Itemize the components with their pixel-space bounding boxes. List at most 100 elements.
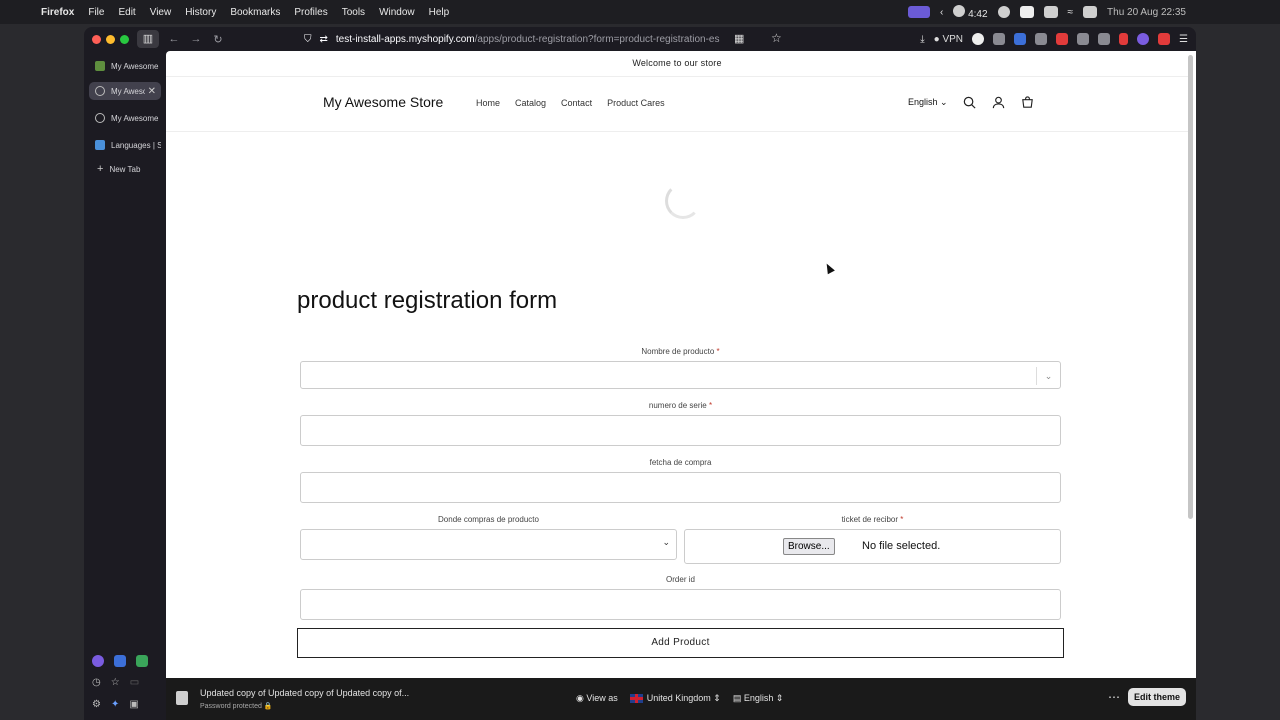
label-text: ticket de recibor	[841, 515, 899, 524]
edit-theme-button[interactable]: Edit theme	[1127, 688, 1186, 706]
tab-label: My Awesome Store	[111, 113, 161, 123]
product-name-select[interactable]: ⌄	[300, 361, 1061, 389]
chat-icon[interactable]	[997, 6, 1010, 18]
loading-spinner-icon	[665, 183, 701, 219]
extension-bitwarden-icon[interactable]	[1014, 33, 1027, 45]
receipt-file-input[interactable]: Browse... No file selected.	[684, 529, 1061, 564]
chevron-down-icon[interactable]: ⌄	[1036, 367, 1060, 385]
menu-history[interactable]: History	[178, 7, 223, 18]
new-tab-button[interactable]: + New Tab	[89, 160, 161, 178]
serial-number-input[interactable]	[300, 415, 1061, 446]
menu-edit[interactable]: Edit	[111, 7, 142, 18]
bookmarks-icon[interactable]: ☆	[111, 677, 120, 688]
keyboard-input-icon[interactable]	[1019, 6, 1034, 18]
close-window-button[interactable]	[92, 34, 101, 44]
menu-profiles[interactable]: Profiles	[287, 7, 334, 18]
control-center-icon[interactable]	[1083, 6, 1098, 18]
extension-grid-icon[interactable]	[1035, 33, 1048, 45]
sidebar-bitwarden-icon[interactable]	[114, 655, 126, 667]
url-bar[interactable]: ⛉ ⇄ test-install-apps.myshopify.com/apps…	[304, 30, 719, 48]
language-preview-selector[interactable]: ▤ English ⇕	[733, 693, 784, 704]
settings-gear-icon[interactable]: ⚙	[92, 699, 101, 710]
password-status: Password protected 🔒	[200, 702, 273, 710]
tab-languages[interactable]: Languages | Shopify	[89, 136, 161, 154]
order-id-input[interactable]	[300, 589, 1061, 620]
tab-label: Languages | Shopify	[111, 140, 161, 150]
ai-sparkle-icon[interactable]: ✦	[111, 699, 119, 710]
menu-view[interactable]: View	[143, 7, 179, 18]
url-path: /apps/product-registration?form=product-…	[474, 33, 720, 45]
downloads-icon[interactable]: ⤓	[920, 34, 924, 45]
globe-favicon-icon	[95, 113, 105, 123]
more-options-icon[interactable]: ⋯	[1108, 690, 1120, 704]
extension-s-icon[interactable]	[1158, 33, 1171, 45]
page-scrollbar[interactable]	[1188, 55, 1193, 519]
menu-bookmarks[interactable]: Bookmarks	[223, 7, 287, 18]
menu-help[interactable]: Help	[422, 7, 457, 18]
chevron-left-icon[interactable]: ‹	[940, 7, 943, 18]
store-logo[interactable]: My Awesome Store	[323, 94, 443, 110]
country-selector[interactable]: United Kingdom ⇕	[629, 693, 721, 704]
back-icon[interactable]: ←	[163, 33, 185, 45]
minimize-window-button[interactable]	[106, 34, 115, 44]
menu-app-name[interactable]: Firefox	[34, 7, 81, 18]
extensions-grid-icon[interactable]: ▦	[734, 32, 744, 45]
permissions-icon[interactable]: ⇄	[320, 34, 328, 45]
sidebar-toggle-icon[interactable]: ▥	[137, 30, 159, 48]
app-menu-icon[interactable]: ☰	[1179, 34, 1188, 45]
tab-my-awesome-store-2[interactable]: My Awesome Store ✕	[89, 82, 161, 100]
sidebar-settings-row: ⚙ ✦ ▣	[92, 699, 152, 710]
screen-share-icon[interactable]	[907, 6, 930, 18]
vpn-button[interactable]: ● VPN	[934, 34, 963, 45]
url-text[interactable]: test-install-apps.myshopify.com/apps/pro…	[336, 34, 720, 45]
close-tab-icon[interactable]: ✕	[148, 86, 156, 97]
sidebar-s-icon[interactable]	[136, 655, 148, 667]
reload-icon[interactable]: ↻	[207, 33, 229, 46]
battery-icon[interactable]	[1043, 6, 1058, 18]
menu-tools[interactable]: Tools	[335, 7, 372, 18]
forward-icon[interactable]: →	[185, 33, 207, 45]
language-preview-label: English	[743, 693, 774, 703]
receipt-label: ticket de recibor *	[684, 515, 1061, 524]
wifi-icon[interactable]: ≈	[1068, 7, 1074, 18]
battery-time[interactable]: 4:42	[953, 4, 988, 20]
zoom-window-button[interactable]	[120, 34, 129, 44]
tab-my-awesome-store-3[interactable]: My Awesome Store	[89, 109, 161, 127]
cart-icon[interactable]	[1020, 95, 1035, 110]
browse-button[interactable]: Browse...	[783, 538, 835, 555]
customize-icon[interactable]: ▣	[129, 699, 138, 710]
languages-favicon-icon	[95, 140, 105, 150]
extension-puzzle-icon[interactable]	[993, 33, 1006, 45]
extension-calendar-icon[interactable]	[1077, 33, 1090, 45]
tab-my-awesome-store-1[interactable]: My Awesome Store	[89, 57, 161, 75]
nav-contact[interactable]: Contact	[561, 98, 592, 108]
menubar-clock[interactable]: Thu 20 Aug 22:35	[1107, 7, 1186, 18]
extension-ublock-icon[interactable]	[1119, 33, 1129, 45]
sidebar-feather-icon[interactable]	[92, 655, 104, 667]
account-icon[interactable]	[991, 95, 1006, 110]
synced-tabs-icon[interactable]: ▭	[130, 677, 139, 688]
theme-title[interactable]: Updated copy of Updated copy of Updated …	[200, 688, 409, 698]
extension-youtube-icon[interactable]	[1056, 33, 1069, 45]
nav-product-cares[interactable]: Product Cares	[607, 98, 665, 108]
window-controls	[84, 34, 129, 44]
nav-catalog[interactable]: Catalog	[515, 98, 546, 108]
menu-window[interactable]: Window	[372, 7, 422, 18]
plus-icon: +	[97, 163, 104, 175]
bookmark-star-icon[interactable]: ☆	[771, 31, 782, 45]
uk-flag-icon	[629, 694, 643, 704]
add-product-button[interactable]: Add Product	[297, 628, 1064, 658]
shopify-preview-bar: Updated copy of Updated copy of Updated …	[166, 678, 1196, 720]
extension-reader-icon[interactable]	[1098, 33, 1111, 45]
extension-feather-icon[interactable]	[1137, 33, 1150, 45]
history-icon[interactable]: ◷	[92, 677, 101, 688]
translate-icon: ▤	[732, 693, 742, 703]
purchase-date-input[interactable]	[300, 472, 1061, 503]
search-icon[interactable]	[962, 95, 977, 110]
extension-v-icon[interactable]	[972, 33, 985, 45]
where-bought-select[interactable]: ⌄	[300, 529, 677, 560]
menu-file[interactable]: File	[81, 7, 111, 18]
shield-icon[interactable]: ⛉	[304, 34, 312, 45]
nav-home[interactable]: Home	[476, 98, 500, 108]
language-selector[interactable]: English ⌄	[908, 97, 948, 108]
